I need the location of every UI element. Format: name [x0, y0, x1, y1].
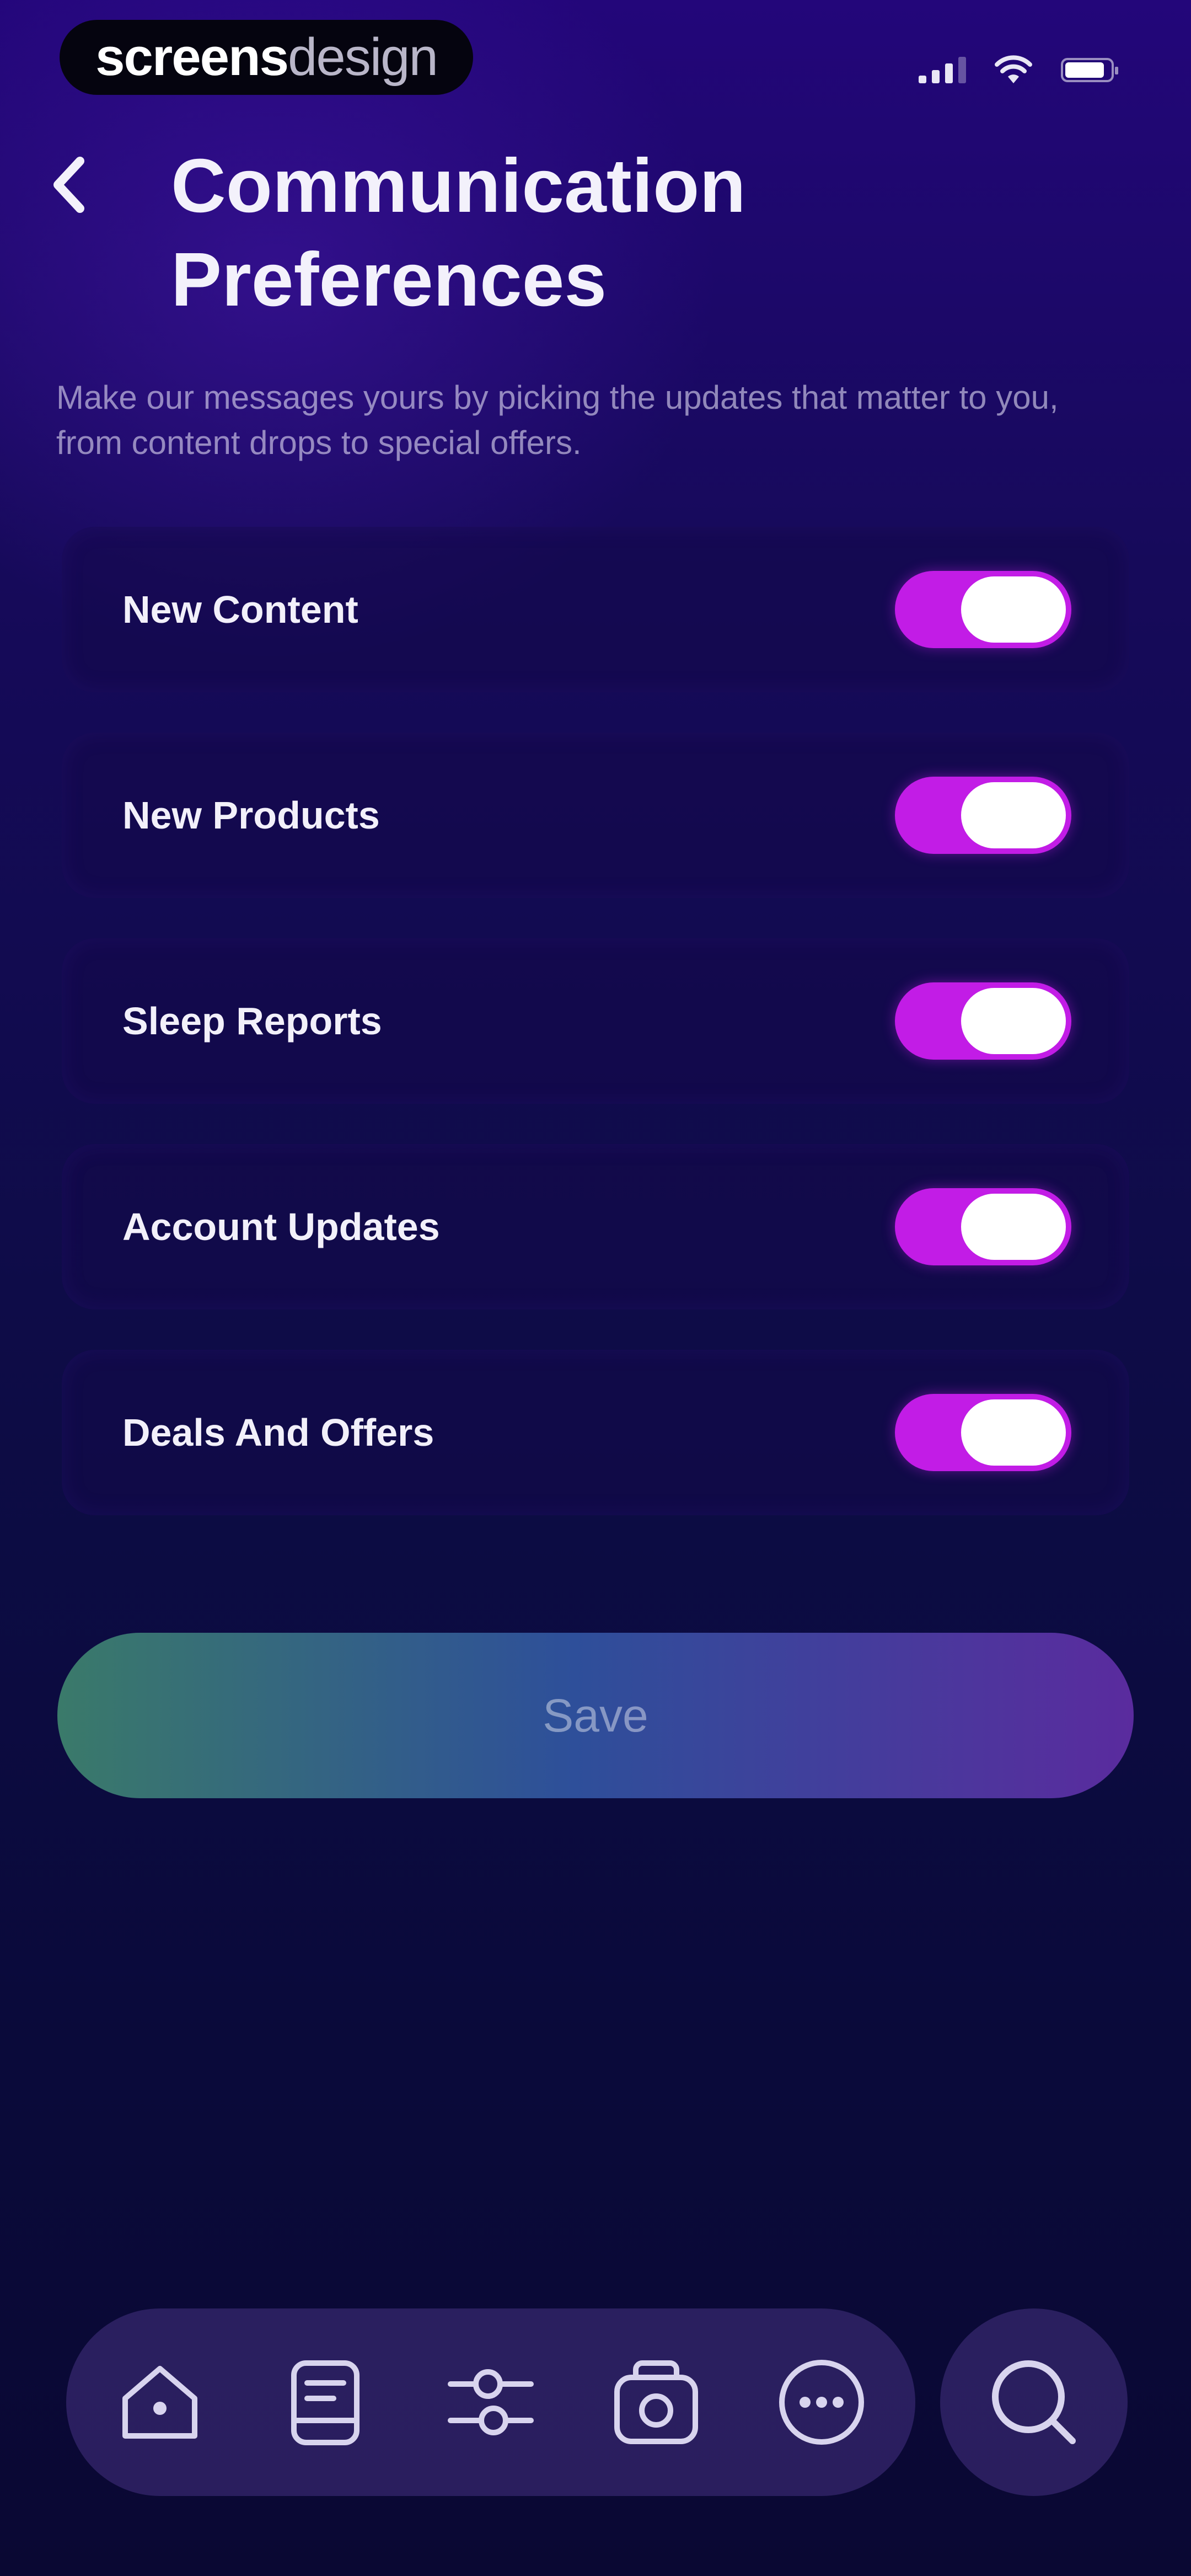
nav-home[interactable]	[110, 2353, 210, 2452]
back-button[interactable]	[39, 149, 99, 221]
nav-radio[interactable]	[607, 2353, 706, 2452]
toggle-sleep-reports[interactable]	[895, 982, 1071, 1060]
wifi-icon	[995, 55, 1032, 83]
preference-label: Deals And Offers	[122, 1411, 434, 1454]
preference-list: New Content New Products Sleep Reports A…	[62, 527, 1129, 1556]
battery-icon	[1061, 58, 1118, 82]
preference-row-new-products: New Products	[62, 733, 1129, 898]
more-icon	[779, 2360, 864, 2445]
preference-label: Account Updates	[122, 1205, 440, 1248]
chevron-left-icon	[53, 157, 84, 213]
toggle-knob	[961, 576, 1066, 643]
toggle-knob	[961, 1399, 1066, 1466]
toggle-new-content[interactable]	[895, 571, 1071, 648]
nav-more[interactable]	[772, 2353, 871, 2452]
brand-pill: screens design	[60, 20, 473, 95]
toggle-deals-and-offers[interactable]	[895, 1394, 1071, 1471]
toggle-new-products[interactable]	[895, 777, 1071, 854]
brand-bold-text: screens	[95, 28, 289, 87]
preference-row-deals-and-offers: Deals And Offers	[62, 1350, 1129, 1515]
toggle-knob	[961, 1194, 1066, 1260]
search-button[interactable]	[940, 2308, 1128, 2496]
home-icon	[122, 2366, 197, 2439]
signal-icon	[919, 57, 966, 83]
toggle-account-updates[interactable]	[895, 1188, 1071, 1265]
radio-icon	[614, 2360, 698, 2444]
brand-light-text: design	[288, 28, 438, 87]
page-subtitle: Make our messages yours by picking the u…	[56, 379, 1059, 461]
preference-row-new-content: New Content	[62, 527, 1129, 692]
preference-label: New Content	[122, 588, 358, 631]
preference-row-account-updates: Account Updates	[62, 1144, 1129, 1310]
toggle-knob	[961, 988, 1066, 1054]
journal-icon	[291, 2360, 360, 2445]
search-icon	[992, 2360, 1076, 2444]
bottom-nav	[66, 2308, 915, 2496]
preference-row-sleep-reports: Sleep Reports	[62, 938, 1129, 1104]
toggle-knob	[961, 782, 1066, 848]
nav-sliders[interactable]	[441, 2353, 540, 2452]
nav-journal[interactable]	[276, 2353, 375, 2452]
preference-label: Sleep Reports	[122, 1000, 382, 1043]
screen: screens design Communication Preferences …	[0, 0, 1191, 2576]
status-icons	[919, 51, 1118, 89]
page-title: Communication Preferences	[171, 143, 746, 322]
sliders-icon	[448, 2369, 534, 2435]
save-button[interactable]: Save	[57, 1633, 1134, 1798]
preference-label: New Products	[122, 794, 380, 837]
